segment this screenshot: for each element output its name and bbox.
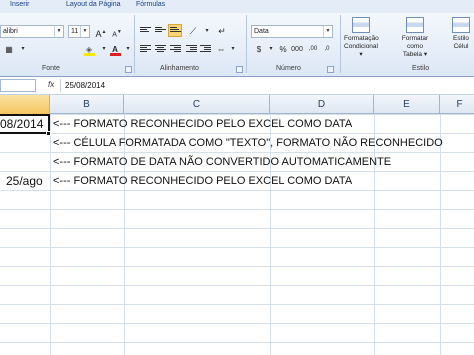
tab-formulas[interactable]: Fórmulas — [136, 1, 165, 8]
chevron-down-icon[interactable]: ▾ — [226, 42, 240, 55]
chevron-down-icon[interactable]: ▾ — [16, 42, 30, 55]
align-top-icon[interactable] — [140, 27, 151, 36]
align-middle-icon[interactable] — [155, 27, 166, 36]
column-header-d[interactable]: D — [270, 95, 374, 114]
active-cell-border — [0, 114, 50, 134]
cell-styles-label-2: Célul — [453, 43, 469, 50]
group-label-style: Estilo — [412, 65, 430, 72]
cell-styles-label-1: Estilo — [453, 35, 469, 42]
group-separator — [134, 15, 135, 73]
cell-styles-icon — [452, 17, 470, 33]
group-label-alignment: Alinhamento — [160, 65, 199, 72]
conditional-formatting-button[interactable]: Formatação Condicional ▾ — [344, 17, 379, 63]
fill-handle[interactable] — [46, 131, 51, 136]
tab-insert[interactable]: Inserir — [10, 1, 29, 8]
wrap-text-icon[interactable]: ↵ — [215, 24, 229, 37]
column-header-b[interactable]: B — [50, 95, 124, 114]
ribbon-tab-bar: Inserir Layout da Página Fórmulas — [0, 0, 474, 13]
number-format-combo[interactable]: Data ▼ — [251, 25, 333, 38]
column-header-a[interactable] — [0, 95, 50, 114]
column-header-f[interactable]: F — [440, 95, 474, 114]
increase-decimal-icon[interactable]: ,00 — [306, 42, 320, 55]
insert-function-icon[interactable]: fx — [48, 80, 54, 89]
chevron-down-icon[interactable]: ▼ — [323, 26, 332, 37]
group-label-font: Fonte — [42, 65, 60, 72]
comma-style-icon[interactable]: 000 — [290, 42, 304, 55]
group-separator — [340, 15, 341, 73]
format-as-table-icon — [406, 17, 424, 33]
group-label-number: Número — [276, 65, 301, 72]
align-bottom-icon — [170, 27, 181, 36]
column-header-c[interactable]: C — [124, 95, 270, 114]
align-center-icon[interactable] — [155, 45, 166, 54]
font-name-value: alibri — [3, 28, 18, 35]
tab-page-layout[interactable]: Layout da Página — [66, 1, 121, 8]
font-name-combo[interactable]: alibri ▼ — [0, 25, 64, 38]
borders-icon[interactable]: ▦ — [2, 42, 16, 55]
cell-a4[interactable]: 25/ago — [6, 172, 43, 191]
format-as-table-button[interactable]: Formatar como Tabela ▾ — [398, 17, 432, 63]
alignment-dialog-launcher-icon[interactable] — [236, 66, 243, 73]
column-gridline — [50, 114, 51, 355]
increase-indent-icon[interactable] — [200, 45, 211, 54]
group-separator — [246, 15, 247, 73]
cell-styles-button[interactable]: Estilo Célul — [448, 17, 474, 63]
chevron-down-icon[interactable]: ▾ — [200, 24, 214, 37]
cell-b1[interactable]: <--- FORMATO RECONHECIDO PELO EXCEL COMO… — [53, 115, 352, 134]
align-bottom-button[interactable] — [168, 24, 182, 37]
column-header-e[interactable]: E — [374, 95, 440, 114]
ribbon: alibri ▼ 11 ▼ A▲ A▼ ▦ ▾ ◈ ▾ A ▾ Fonte ⟋ … — [0, 13, 474, 77]
cell-b4[interactable]: <--- FORMATO RECONHECIDO PELO EXCEL COMO… — [53, 172, 352, 191]
column-headers: B C D E F — [0, 95, 474, 114]
cell-b2[interactable]: <--- CÉLULA FORMATADA COMO "TEXTO", FORM… — [53, 134, 443, 153]
font-size-combo[interactable]: 11 ▼ — [68, 25, 90, 38]
cell-b3[interactable]: <--- FORMATO DE DATA NÃO CONVERTIDO AUTO… — [53, 153, 391, 172]
formula-bar: fx 25/08/2014 — [0, 77, 474, 95]
format-as-table-label-1: Formatar — [401, 35, 429, 42]
conditional-formatting-label-2: Condicional ▾ — [344, 43, 378, 58]
fill-color-swatch — [84, 53, 95, 56]
format-as-table-label-2: como Tabela ▾ — [402, 43, 428, 58]
chevron-down-icon[interactable]: ▾ — [121, 42, 135, 55]
number-dialog-launcher-icon[interactable] — [327, 66, 334, 73]
align-left-icon[interactable] — [140, 45, 151, 54]
conditional-formatting-label-1: Formatação — [344, 35, 379, 42]
chevron-down-icon[interactable]: ▼ — [80, 26, 89, 37]
grow-font-icon[interactable]: A▲ — [94, 25, 108, 39]
formula-input[interactable]: 25/08/2014 — [60, 79, 474, 92]
percent-format-icon[interactable]: % — [276, 42, 290, 55]
align-right-icon[interactable] — [170, 45, 181, 54]
font-color-swatch — [110, 53, 121, 56]
chevron-down-icon[interactable]: ▼ — [54, 26, 63, 37]
shrink-font-icon[interactable]: A▼ — [110, 25, 124, 38]
font-size-value: 11 — [71, 28, 79, 35]
conditional-formatting-icon — [352, 17, 370, 33]
name-box[interactable] — [0, 79, 36, 92]
decrease-decimal-icon[interactable]: ,0 — [320, 42, 334, 55]
number-format-value: Data — [254, 28, 269, 35]
orientation-icon[interactable]: ⟋ — [186, 24, 200, 37]
font-dialog-launcher-icon[interactable] — [125, 66, 132, 73]
decrease-indent-icon[interactable] — [186, 45, 197, 54]
